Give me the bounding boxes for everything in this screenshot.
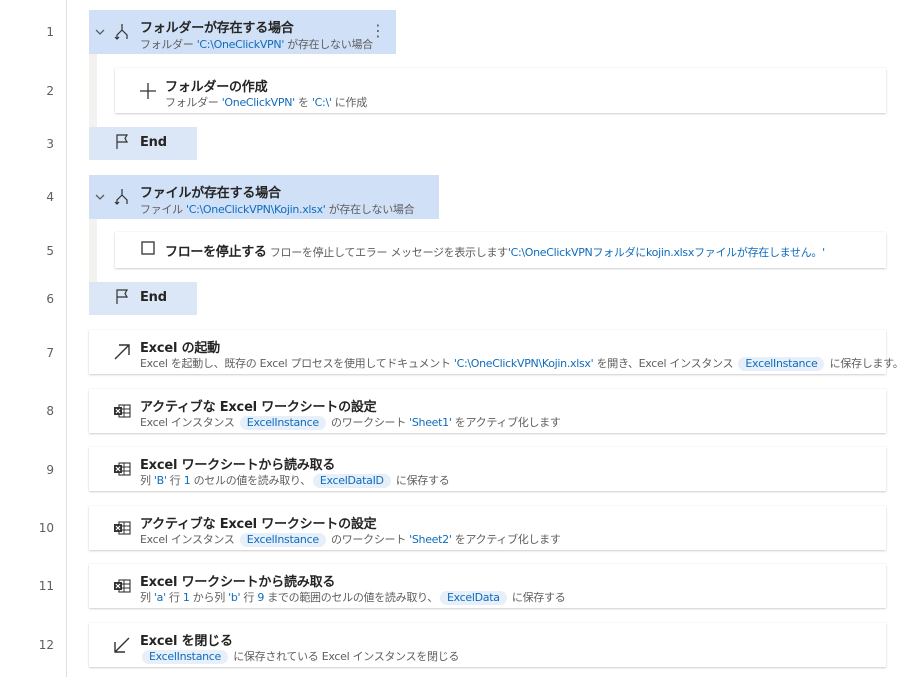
step-description: フォルダー 'OneClickVPN' を 'C:\' に作成	[165, 96, 367, 109]
line-number: 8	[46, 404, 54, 418]
step-if-file-exists[interactable]: ファイルが存在する場合 ファイル 'C:\OneClickVPN\Kojin.x…	[89, 175, 439, 219]
variable-pill[interactable]: ExcelData	[440, 591, 507, 605]
step-description: ExcelInstance に保存されている Excel インスタンスを閉じる	[140, 648, 459, 664]
step-end[interactable]: End	[89, 282, 197, 315]
line-number: 2	[46, 84, 54, 98]
variable-pill[interactable]: ExcelInstance	[239, 533, 326, 547]
step-title: アクティブな Excel ワークシートの設定	[140, 400, 377, 415]
line-number: 3	[46, 137, 54, 151]
step-end[interactable]: End	[89, 127, 197, 160]
step-description: Excel インスタンス ExcelInstance のワークシート 'Shee…	[140, 416, 561, 430]
step-description: Excel インスタンス ExcelInstance のワークシート 'Shee…	[140, 533, 561, 547]
variable-pill[interactable]: ExcelInstance	[239, 416, 326, 430]
line-number: 11	[38, 579, 54, 593]
step-title: Excel ワークシートから読み取る	[140, 575, 336, 590]
step-close-excel[interactable]: Excel を閉じる ExcelInstance に保存されている Excel …	[89, 623, 886, 667]
step-launch-excel[interactable]: Excel の起動 Excel を起動し、既存の Excel プロセスを使用して…	[89, 330, 901, 374]
stop-square-icon	[141, 241, 155, 255]
plus-icon	[140, 83, 156, 99]
step-description: フローを停止する フローを停止してエラー メッセージを表示します'C:\OneC…	[165, 245, 825, 260]
arrow-up-right-icon	[114, 344, 130, 360]
step-description: 列 'a' 行 1 から列 'b' 行 9 までの範囲のセルの値を読み取り、 Ex…	[140, 591, 566, 605]
line-number: 5	[46, 244, 54, 258]
step-create-folder[interactable]: フォルダーの作成 フォルダー 'OneClickVPN' を 'C:\' に作成	[115, 68, 886, 113]
step-description: ファイル 'C:\OneClickVPN\Kojin.xlsx' が存在しない場…	[140, 203, 415, 216]
excel-sheet-icon	[114, 521, 131, 535]
line-number-gutter	[0, 0, 67, 677]
flag-icon	[116, 289, 129, 304]
step-if-folder-exists[interactable]: フォルダーが存在する場合 フォルダー 'C:\OneClickVPN' が存在し…	[89, 10, 396, 54]
more-options-icon[interactable]: ⋮	[370, 23, 386, 39]
step-description: 列 'B' 行 1 のセルの値を読み取り、 ExcelDataID に保存する	[140, 474, 450, 488]
step-title: フォルダーが存在する場合	[140, 21, 294, 36]
variable-pill[interactable]: ExcelInstance	[738, 357, 825, 371]
arrow-down-left-icon	[114, 637, 130, 653]
excel-sheet-icon	[114, 579, 131, 593]
flag-icon	[116, 134, 129, 149]
step-set-active-worksheet[interactable]: アクティブな Excel ワークシートの設定 Excel インスタンス Exce…	[89, 506, 886, 550]
step-title: Excel を閉じる	[140, 634, 233, 649]
condition-branch-icon	[114, 24, 128, 40]
chevron-down-icon[interactable]	[95, 28, 105, 36]
step-title: Excel ワークシートから読み取る	[140, 458, 336, 473]
line-number: 10	[38, 521, 54, 535]
step-title: アクティブな Excel ワークシートの設定	[140, 517, 377, 532]
step-read-worksheet[interactable]: Excel ワークシートから読み取る 列 'B' 行 1 のセルの値を読み取り、…	[89, 447, 886, 491]
step-stop-flow[interactable]: フローを停止する フローを停止してエラー メッセージを表示します'C:\OneC…	[115, 232, 886, 268]
step-title: Excel の起動	[140, 341, 220, 356]
variable-pill[interactable]: ExcelDataID	[312, 474, 391, 488]
variable-pill[interactable]: ExcelInstance	[142, 650, 229, 664]
condition-branch-icon	[114, 189, 128, 205]
step-description: Excel を起動し、既存の Excel プロセスを使用してドキュメント 'C:…	[140, 357, 901, 371]
step-title: End	[140, 135, 167, 150]
line-number: 6	[46, 292, 54, 306]
excel-sheet-icon	[114, 404, 131, 418]
line-number: 7	[46, 346, 54, 360]
step-title: ファイルが存在する場合	[140, 186, 281, 201]
step-title: End	[140, 290, 167, 305]
step-set-active-worksheet[interactable]: アクティブな Excel ワークシートの設定 Excel インスタンス Exce…	[89, 389, 886, 433]
line-number: 12	[38, 638, 54, 652]
step-title: フローを停止する	[165, 245, 267, 260]
step-title: フォルダーの作成	[165, 80, 268, 95]
step-read-worksheet-range[interactable]: Excel ワークシートから読み取る 列 'a' 行 1 から列 'b' 行 9…	[89, 564, 886, 608]
line-number: 1	[46, 25, 54, 39]
chevron-down-icon[interactable]	[95, 193, 105, 201]
line-number: 9	[46, 463, 54, 477]
line-number: 4	[46, 190, 54, 204]
step-description: フォルダー 'C:\OneClickVPN' が存在しない場合	[140, 38, 373, 51]
excel-sheet-icon	[114, 462, 131, 476]
